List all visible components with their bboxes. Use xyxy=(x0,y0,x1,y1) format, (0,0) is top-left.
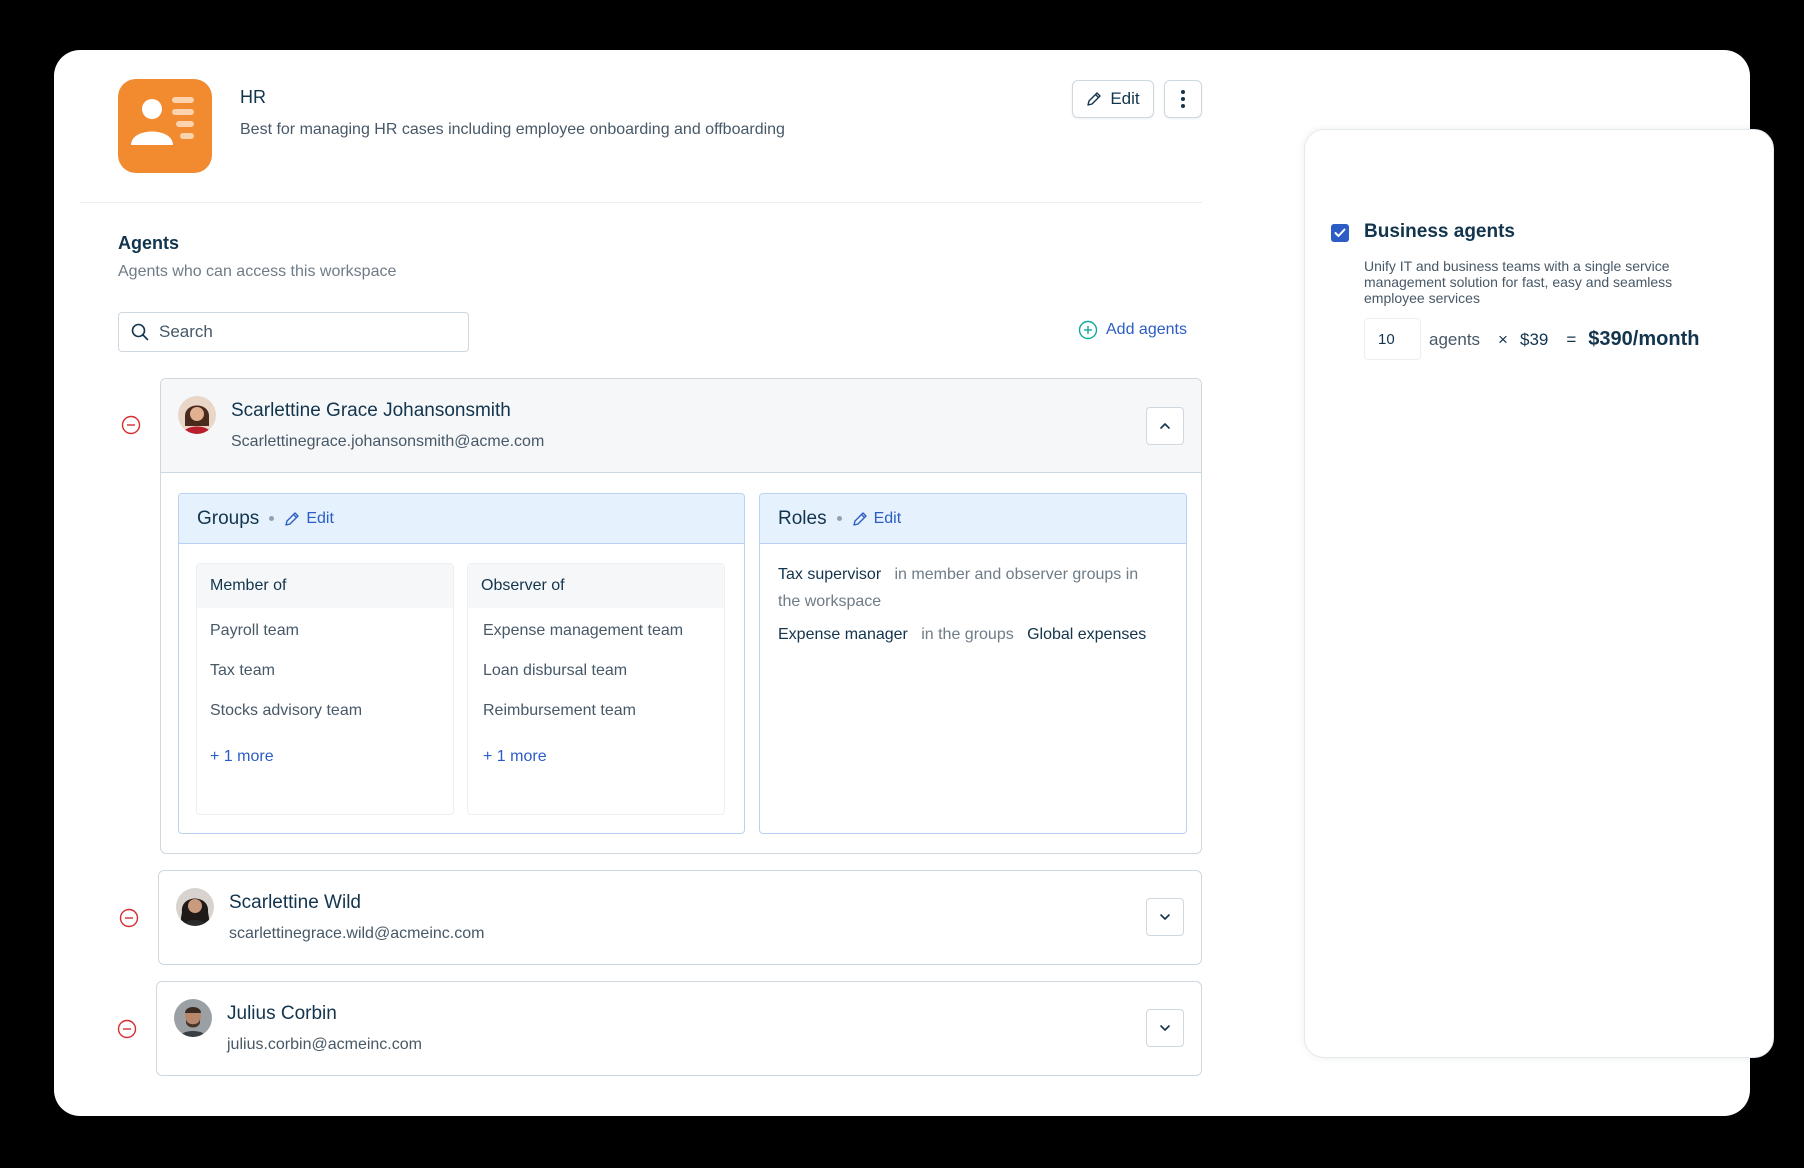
avatar xyxy=(176,888,214,926)
price-calculation: agents × $39 = $390/month xyxy=(1429,328,1699,351)
workspace-logo xyxy=(118,79,212,173)
remove-agent-button[interactable] xyxy=(121,415,141,440)
list-item: Expense management team xyxy=(483,622,684,639)
avatar xyxy=(174,999,212,1037)
member-of-list: Member of Payroll team Tax team Stocks a… xyxy=(196,563,454,815)
agent-card-header[interactable]: Scarlettine Grace Johansonsmith Scarlett… xyxy=(161,379,1201,473)
member-of-more-link[interactable]: + 1 more xyxy=(210,748,274,766)
workspace-card: HR Best for managing HR cases including … xyxy=(54,50,1774,1116)
remove-agent-button[interactable] xyxy=(117,1019,137,1044)
minus-circle-icon xyxy=(121,415,141,435)
role-scope: in the groups xyxy=(921,626,1014,643)
role-target-group: Global expenses xyxy=(1027,626,1147,643)
role-name: Expense manager xyxy=(778,626,908,643)
edit-roles-label: Edit xyxy=(873,509,902,527)
minus-circle-icon xyxy=(117,1019,137,1039)
total-price: $390/month xyxy=(1588,328,1700,350)
person-card-icon xyxy=(131,97,194,145)
expand-button[interactable] xyxy=(1146,898,1184,936)
edit-groups-label: Edit xyxy=(306,509,334,527)
plan-summary-card: Business agents Unify IT and business te… xyxy=(1304,129,1774,1058)
multiply-sign: × xyxy=(1498,329,1508,349)
groups-panel-header: Groups Edit xyxy=(179,494,744,544)
unit-label: agents xyxy=(1429,329,1481,349)
list-item: Reimbursement team xyxy=(483,702,636,719)
equals-sign: = xyxy=(1566,329,1577,349)
agent-email: Scarlettinegrace.johansonsmith@acme.com xyxy=(231,433,545,450)
search-icon xyxy=(131,323,149,341)
separator-dot xyxy=(269,516,275,521)
agent-email: julius.corbin@acmeinc.com xyxy=(227,1036,422,1053)
add-agents-label: Add agents xyxy=(1106,321,1187,338)
agents-section-subtitle: Agents who can access this workspace xyxy=(118,263,397,280)
business-agents-checkbox[interactable] xyxy=(1331,224,1349,242)
observer-of-header: Observer of xyxy=(468,564,724,608)
agent-name: Scarlettine Wild xyxy=(229,892,361,913)
agent-quantity-input[interactable] xyxy=(1364,318,1421,360)
workspace-title: HR xyxy=(240,87,266,107)
unit-price: $39 xyxy=(1519,329,1549,349)
role-name: Tax supervisor xyxy=(778,566,882,583)
pencil-icon xyxy=(852,511,867,526)
checkmark-icon xyxy=(1334,228,1346,237)
avatar xyxy=(178,396,216,434)
expand-button[interactable] xyxy=(1146,1009,1184,1047)
list-item: Payroll team xyxy=(210,622,299,639)
member-of-header: Member of xyxy=(197,564,453,608)
chevron-down-icon xyxy=(1160,1025,1170,1031)
plan-title: Business agents xyxy=(1364,221,1515,242)
plan-description: Unify IT and business teams with a singl… xyxy=(1364,258,1673,306)
workspace-description: Best for managing HR cases including emp… xyxy=(240,121,785,138)
header-divider xyxy=(80,202,1202,203)
minus-circle-icon xyxy=(119,908,139,928)
roles-panel: Roles Edit Tax supervisor in member and … xyxy=(759,493,1187,834)
list-item: Stocks advisory team xyxy=(210,702,363,719)
kebab-menu-icon xyxy=(1181,90,1185,108)
edit-workspace-button[interactable]: Edit xyxy=(1072,80,1154,118)
agent-card[interactable]: Scarlettine Wild scarlettinegrace.wild@a… xyxy=(158,870,1202,965)
agent-email: scarlettinegrace.wild@acmeinc.com xyxy=(229,925,485,942)
groups-panel: Groups Edit Member of Payroll team Tax t… xyxy=(178,493,745,834)
add-agents-button[interactable]: Add agents xyxy=(1078,320,1187,340)
roles-title: Roles xyxy=(778,507,827,529)
agent-name: Julius Corbin xyxy=(227,1003,337,1024)
separator-dot xyxy=(836,516,842,521)
collapse-button[interactable] xyxy=(1146,407,1184,445)
agent-card[interactable]: Julius Corbin julius.corbin@acmeinc.com xyxy=(156,981,1202,1076)
agent-search[interactable] xyxy=(118,312,469,352)
remove-agent-button[interactable] xyxy=(119,908,139,933)
search-input[interactable] xyxy=(159,322,439,342)
agent-card-expanded: Scarlettine Grace Johansonsmith Scarlett… xyxy=(160,378,1202,854)
edit-groups-button[interactable]: Edit xyxy=(284,510,334,528)
chevron-up-icon xyxy=(1160,423,1170,429)
role-entry: Tax supervisor in member and observer gr… xyxy=(778,561,1158,615)
observer-of-list: Observer of Expense management team Loan… xyxy=(467,563,725,815)
chevron-down-icon xyxy=(1160,914,1170,920)
edit-button-label: Edit xyxy=(1110,89,1140,108)
list-item: Loan disbursal team xyxy=(483,662,628,679)
role-entry: Expense manager in the groups Global exp… xyxy=(778,621,1158,648)
groups-title: Groups xyxy=(197,507,260,529)
roles-panel-header: Roles Edit xyxy=(760,494,1186,544)
agents-section-title: Agents xyxy=(118,233,180,253)
pencil-icon xyxy=(285,511,300,526)
agent-name: Scarlettine Grace Johansonsmith xyxy=(231,400,511,421)
list-item: Tax team xyxy=(210,662,275,679)
pencil-icon xyxy=(1087,92,1102,106)
plus-circle-icon xyxy=(1078,320,1098,340)
observer-of-more-link[interactable]: + 1 more xyxy=(483,748,547,766)
more-options-button[interactable] xyxy=(1164,80,1202,118)
edit-roles-button[interactable]: Edit xyxy=(852,509,902,528)
